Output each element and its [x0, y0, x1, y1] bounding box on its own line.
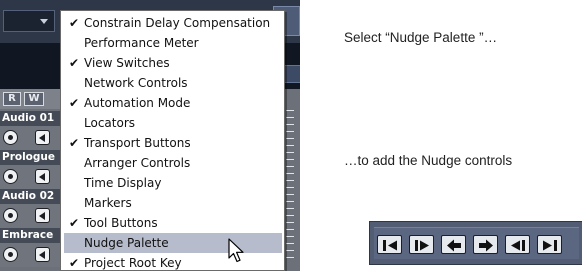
menu-item-label: Markers — [84, 196, 132, 210]
record-enable-icon[interactable] — [3, 130, 18, 145]
menu-item-label: Automation Mode — [84, 96, 191, 110]
trim-start-right-icon — [415, 240, 429, 251]
scroll-tick — [286, 222, 294, 223]
scroll-tick — [286, 229, 294, 230]
nudge-button[interactable] — [409, 235, 434, 254]
toolbar-dropdown[interactable] — [3, 10, 55, 32]
trim-end-left-icon — [511, 240, 525, 251]
menu-item-label: Constrain Delay Compensation — [84, 16, 271, 30]
monitor-icon[interactable] — [35, 247, 50, 262]
track-row[interactable]: Prologue — [0, 150, 62, 189]
menu-item[interactable]: Network Controls — [64, 73, 282, 93]
scroll-tick — [286, 208, 294, 209]
scroll-tick — [286, 166, 294, 167]
menu-item[interactable]: Performance Meter — [64, 33, 282, 53]
menu-item[interactable]: Nudge Palette — [64, 233, 282, 253]
scroll-tick — [286, 180, 294, 181]
read-automation-button[interactable]: R — [3, 92, 21, 106]
nudge-button[interactable] — [537, 235, 562, 254]
caption-add: …to add the Nudge controls — [344, 153, 513, 168]
menu-item[interactable]: Markers — [64, 193, 282, 213]
checkmark-icon: ✔ — [68, 16, 80, 30]
checkmark-icon: ✔ — [68, 96, 80, 110]
monitor-icon[interactable] — [35, 169, 50, 184]
menu-item-label: Transport Buttons — [84, 136, 191, 150]
track-row[interactable]: Embrace — [0, 228, 62, 267]
track-name: Prologue — [0, 150, 62, 165]
chevron-down-icon — [40, 19, 48, 24]
scroll-tick — [286, 131, 294, 132]
record-enable-icon[interactable] — [3, 169, 18, 184]
write-automation-button[interactable]: W — [24, 92, 44, 106]
menu-item[interactable]: Arranger Controls — [64, 153, 282, 173]
checkmark-icon: ✔ — [68, 56, 80, 70]
nudge-palette — [369, 221, 582, 265]
scroll-tick — [286, 124, 294, 125]
move-left-icon — [447, 239, 461, 252]
track-row[interactable]: Audio 02 — [0, 189, 62, 228]
scroll-tick — [286, 173, 294, 174]
scroll-tick — [286, 257, 294, 258]
menu-item-label: Time Display — [84, 176, 162, 190]
view-switch-row: R W — [0, 89, 60, 109]
scroll-tick — [286, 243, 294, 244]
track-row[interactable]: Audio 01 — [0, 111, 62, 150]
scroll-tick — [286, 117, 294, 118]
nudge-button[interactable] — [473, 235, 498, 254]
menu-item-label: Locators — [84, 116, 135, 130]
menu-item-label: Project Root Key — [84, 256, 182, 270]
checkmark-icon: ✔ — [68, 216, 80, 230]
nudge-button[interactable] — [505, 235, 530, 254]
track-name: Audio 01 — [0, 111, 62, 126]
scroll-tick — [286, 110, 294, 111]
menu-item[interactable]: ✔ Project Root Key — [64, 253, 282, 270]
menu-item-label: View Switches — [84, 56, 170, 70]
scroll-tick — [286, 159, 294, 160]
mouse-cursor-icon — [228, 238, 244, 263]
scroll-tick — [286, 250, 294, 251]
nudge-button[interactable] — [377, 235, 402, 254]
menu-item[interactable]: ✔ Automation Mode — [64, 93, 282, 113]
scroll-tick — [286, 138, 294, 139]
menu-item-label: Nudge Palette — [84, 236, 169, 250]
checkmark-icon: ✔ — [68, 256, 80, 270]
toolbar-context-menu: ✔ Constrain Delay Compensation Performance… — [60, 10, 285, 271]
menu-item-label: Network Controls — [84, 76, 188, 90]
checkmark-icon: ✔ — [68, 136, 80, 150]
menu-item[interactable]: ✔ View Switches — [64, 53, 282, 73]
move-right-icon — [479, 239, 493, 252]
monitor-icon[interactable] — [35, 208, 50, 223]
caption-select: Select “Nudge Palette ”… — [344, 30, 498, 45]
write-button-label: W — [28, 93, 40, 104]
trim-end-right-icon — [543, 240, 557, 251]
track-name: Audio 02 — [0, 189, 62, 204]
track-name: Embrace — [0, 228, 62, 243]
scroll-tick — [286, 187, 294, 188]
read-button-label: R — [8, 93, 16, 104]
scroll-tick — [286, 201, 294, 202]
scroll-tick — [286, 152, 294, 153]
scroll-tick — [286, 215, 294, 216]
menu-item[interactable]: ✔ Tool Buttons — [64, 213, 282, 233]
nudge-button[interactable] — [441, 235, 466, 254]
menu-item-label: Arranger Controls — [84, 156, 191, 170]
menu-item[interactable]: ✔ Transport Buttons — [64, 133, 282, 153]
menu-item[interactable]: ✔ Constrain Delay Compensation — [64, 13, 282, 33]
scroll-tick — [286, 194, 294, 195]
menu-item[interactable]: Time Display — [64, 173, 282, 193]
menu-item[interactable]: Locators — [64, 113, 282, 133]
scroll-tick — [286, 236, 294, 237]
record-enable-icon[interactable] — [3, 208, 18, 223]
scroll-tick — [286, 145, 294, 146]
menu-item-label: Tool Buttons — [84, 216, 158, 230]
trim-start-left-icon — [383, 240, 397, 251]
record-enable-icon[interactable] — [3, 247, 18, 262]
menu-item-label: Performance Meter — [84, 36, 199, 50]
monitor-icon[interactable] — [35, 130, 50, 145]
